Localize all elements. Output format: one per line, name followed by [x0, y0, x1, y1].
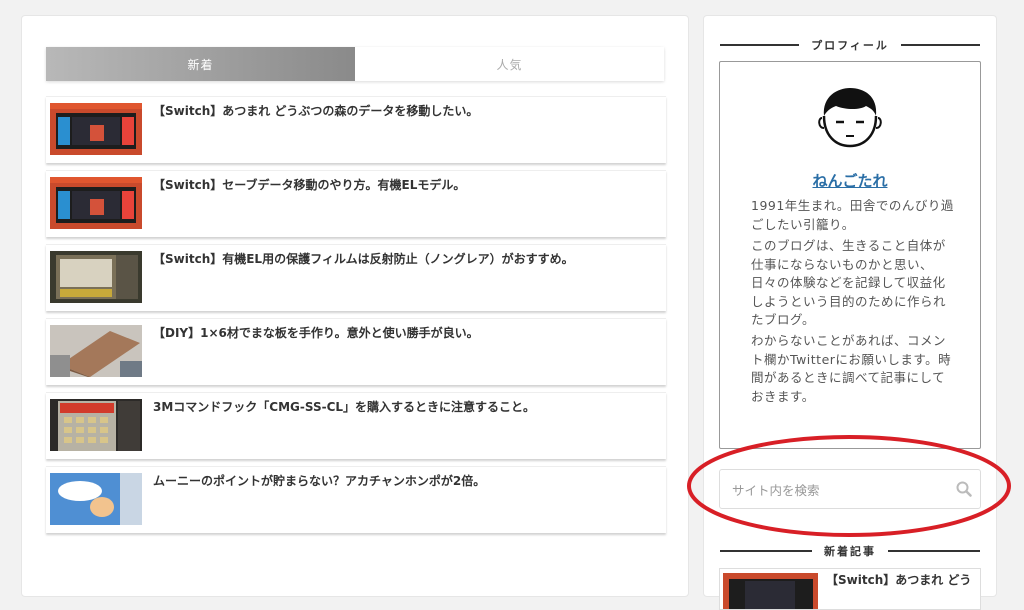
tab-bar: 新着 人気 [46, 47, 664, 81]
heading-rule [900, 44, 980, 46]
profile-box: ねんごたれ 1991年生まれ。田舎でのんびり過ごしたい引籠り。 このブログは、生… [719, 61, 981, 449]
sidebar: プロフィール ねんごたれ 1991年生まれ。田舎でのんびり過ごしたい引籠り。 こ… [703, 15, 997, 610]
recent-article-thumbnail[interactable] [723, 573, 818, 609]
profile-bio-3: わからないことがあれば、コメント欄かTwitterにお願いします。時間があるとき… [751, 333, 952, 404]
search-icon[interactable] [956, 481, 972, 497]
article-item[interactable]: 【Switch】あつまれ どうぶつの森のデータを移動したい。 [46, 96, 666, 163]
profile-name-link[interactable]: ねんごたれ [720, 170, 980, 191]
article-item[interactable]: 【Switch】セーブデータ移動のやり方。有機ELモデル。 [46, 170, 666, 237]
article-title[interactable]: ムーニーのポイントが貯まらない？アカチャンホンポが2倍。 [153, 473, 660, 489]
article-item[interactable]: 【Switch】有機EL用の保護フィルムは反射防止（ノングレア）がおすすめ。 [46, 244, 666, 311]
article-title[interactable]: 【DIY】1×6材でまな板を手作り。意外と使い勝手が良い。 [153, 325, 660, 341]
heading-rule [720, 550, 812, 552]
profile-bio-1: 1991年生まれ。田舎でのんびり過ごしたい引籠り。 [751, 198, 954, 232]
article-thumbnail[interactable] [50, 177, 142, 229]
article-item[interactable]: 【DIY】1×6材でまな板を手作り。意外と使い勝手が良い。 [46, 318, 666, 385]
article-thumbnail[interactable] [50, 325, 142, 377]
heading-rule [888, 550, 980, 552]
avatar [816, 86, 884, 150]
article-list: 【Switch】あつまれ どうぶつの森のデータを移動したい。 【Switch】セ… [46, 96, 666, 540]
search-input[interactable] [730, 470, 954, 510]
article-title[interactable]: 【Switch】有機EL用の保護フィルムは反射防止（ノングレア）がおすすめ。 [153, 251, 660, 267]
article-thumbnail[interactable] [50, 473, 142, 525]
heading-rule [720, 44, 800, 46]
article-item[interactable]: ムーニーのポイントが貯まらない？アカチャンホンポが2倍。 [46, 466, 666, 533]
article-thumbnail[interactable] [50, 103, 142, 155]
tab-new[interactable]: 新着 [46, 47, 355, 81]
recent-article-item[interactable]: 【Switch】あつまれ どう [719, 568, 981, 610]
main-card: 新着 人気 【Switch】あつまれ どうぶつの森のデータを移動したい。 【Sw… [21, 15, 689, 597]
article-title[interactable]: 【Switch】セーブデータ移動のやり方。有機ELモデル。 [153, 177, 660, 193]
article-thumbnail[interactable] [50, 251, 142, 303]
article-item[interactable]: 3Mコマンドフック「CMG-SS-CL」を購入するときに注意すること。 [46, 392, 666, 459]
profile-widget-heading: プロフィール [720, 37, 980, 53]
profile-bio-2: このブログは、生きること自体が仕事にならないものかと思い、日々の体験などを記録し… [751, 238, 947, 327]
article-thumbnail[interactable] [50, 399, 142, 451]
site-search [719, 469, 981, 510]
article-title[interactable]: 3Mコマンドフック「CMG-SS-CL」を購入するときに注意すること。 [153, 399, 660, 415]
article-title[interactable]: 【Switch】あつまれ どうぶつの森のデータを移動したい。 [153, 103, 660, 119]
recent-widget-heading: 新着記事 [720, 543, 980, 559]
recent-heading-text: 新着記事 [824, 545, 876, 558]
tab-popular[interactable]: 人気 [355, 47, 664, 81]
profile-heading-text: プロフィール [811, 39, 889, 52]
